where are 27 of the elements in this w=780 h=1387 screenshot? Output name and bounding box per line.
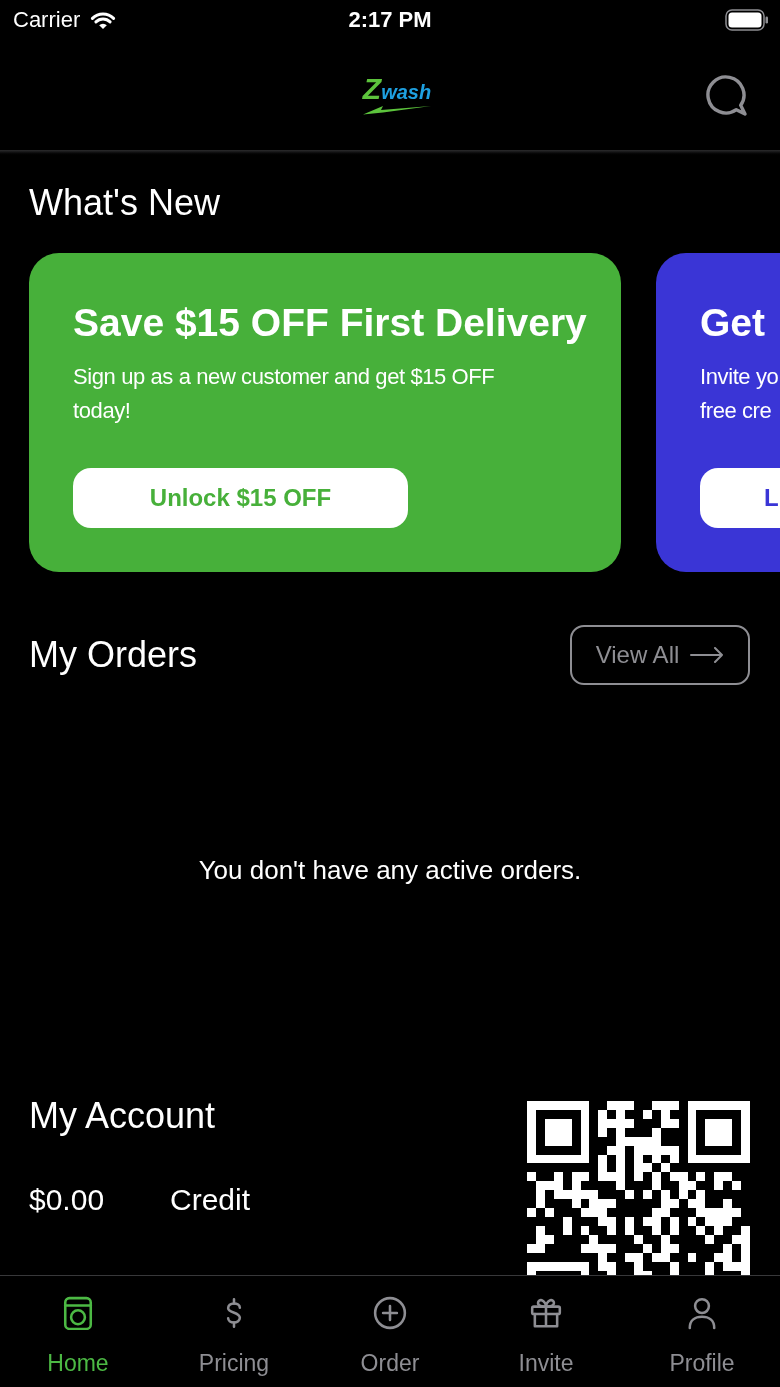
balance-amount: $0.00 xyxy=(29,1182,106,1218)
battery-icon xyxy=(725,9,769,31)
gift-icon xyxy=(529,1296,563,1330)
promo-text: Invite yo free cre xyxy=(700,363,780,425)
arrow-right-icon xyxy=(690,647,725,663)
section-title: My Account xyxy=(29,1094,216,1138)
chat-bubble-icon[interactable] xyxy=(704,73,748,117)
logo-wordmark: Zwash xyxy=(362,75,432,105)
tab-item[interactable]: Profile xyxy=(624,1276,780,1387)
promo-text: Sign up as a new customer and get $15 OFF today! xyxy=(73,363,496,425)
tab-item[interactable]: Pricing xyxy=(156,1276,312,1387)
wifi-icon xyxy=(89,10,118,30)
empty-orders-message: You don't have any active orders. xyxy=(198,854,582,886)
status-time: 2:17 PM xyxy=(348,6,432,34)
washer-icon xyxy=(61,1296,95,1330)
promo-title: Get xyxy=(700,300,765,346)
section-title: My Orders xyxy=(29,633,197,677)
view-all-button[interactable]: View All xyxy=(570,625,750,685)
tab-item[interactable]: Home xyxy=(0,1276,156,1387)
balance-label: Credit xyxy=(170,1182,251,1218)
section-title: What's New xyxy=(29,181,220,225)
carrier-label: Carrier xyxy=(13,6,81,34)
promo-title: Save $15 OFF First Delivery xyxy=(73,300,587,346)
tab-item[interactable]: Order xyxy=(312,1276,468,1387)
tab-item[interactable]: Invite xyxy=(468,1276,624,1387)
promo-button[interactable]: L xyxy=(700,468,780,528)
plus-circle-icon xyxy=(373,1296,407,1330)
